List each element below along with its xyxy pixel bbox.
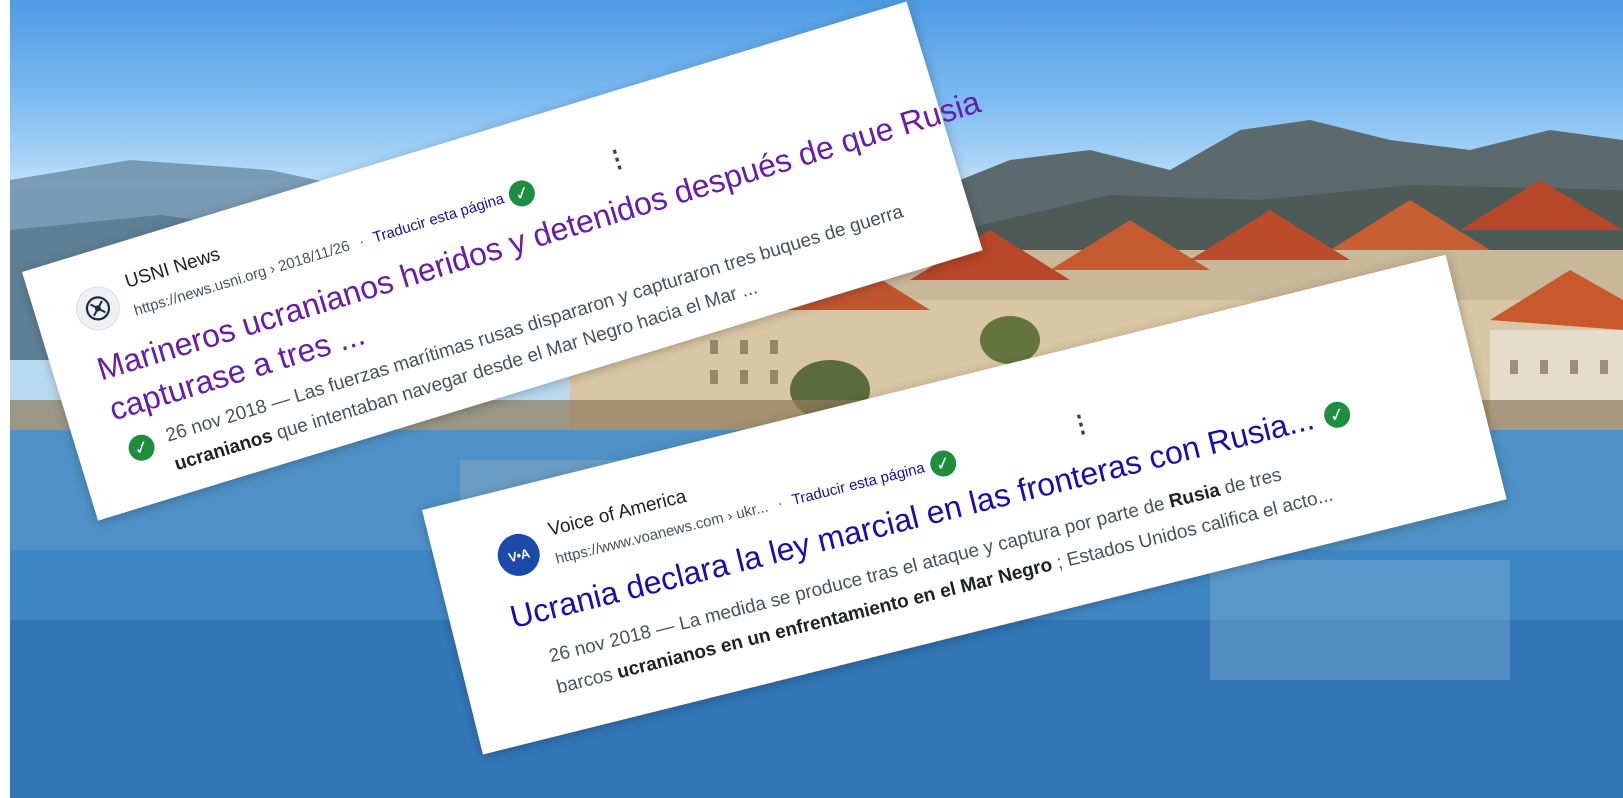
verified-check-icon: ✓ (927, 447, 959, 480)
verified-check-icon: ✓ (1321, 398, 1353, 431)
snippet-bold-term: Rusia (1166, 479, 1223, 513)
more-options-icon[interactable]: ⋮ (602, 143, 633, 176)
verified-check-icon: ✓ (125, 431, 158, 464)
result-path[interactable]: › 2018/11/26 (267, 237, 351, 278)
separator-dot: · (356, 233, 367, 251)
verified-check-icon: ✓ (505, 177, 539, 210)
voa-logo-icon: V•A (493, 529, 545, 581)
result-path[interactable]: › ukr... (725, 498, 770, 525)
more-options-icon[interactable]: ⋮ (1066, 409, 1096, 441)
usni-anchor-icon (70, 280, 126, 336)
separator-dot: · (775, 494, 785, 513)
